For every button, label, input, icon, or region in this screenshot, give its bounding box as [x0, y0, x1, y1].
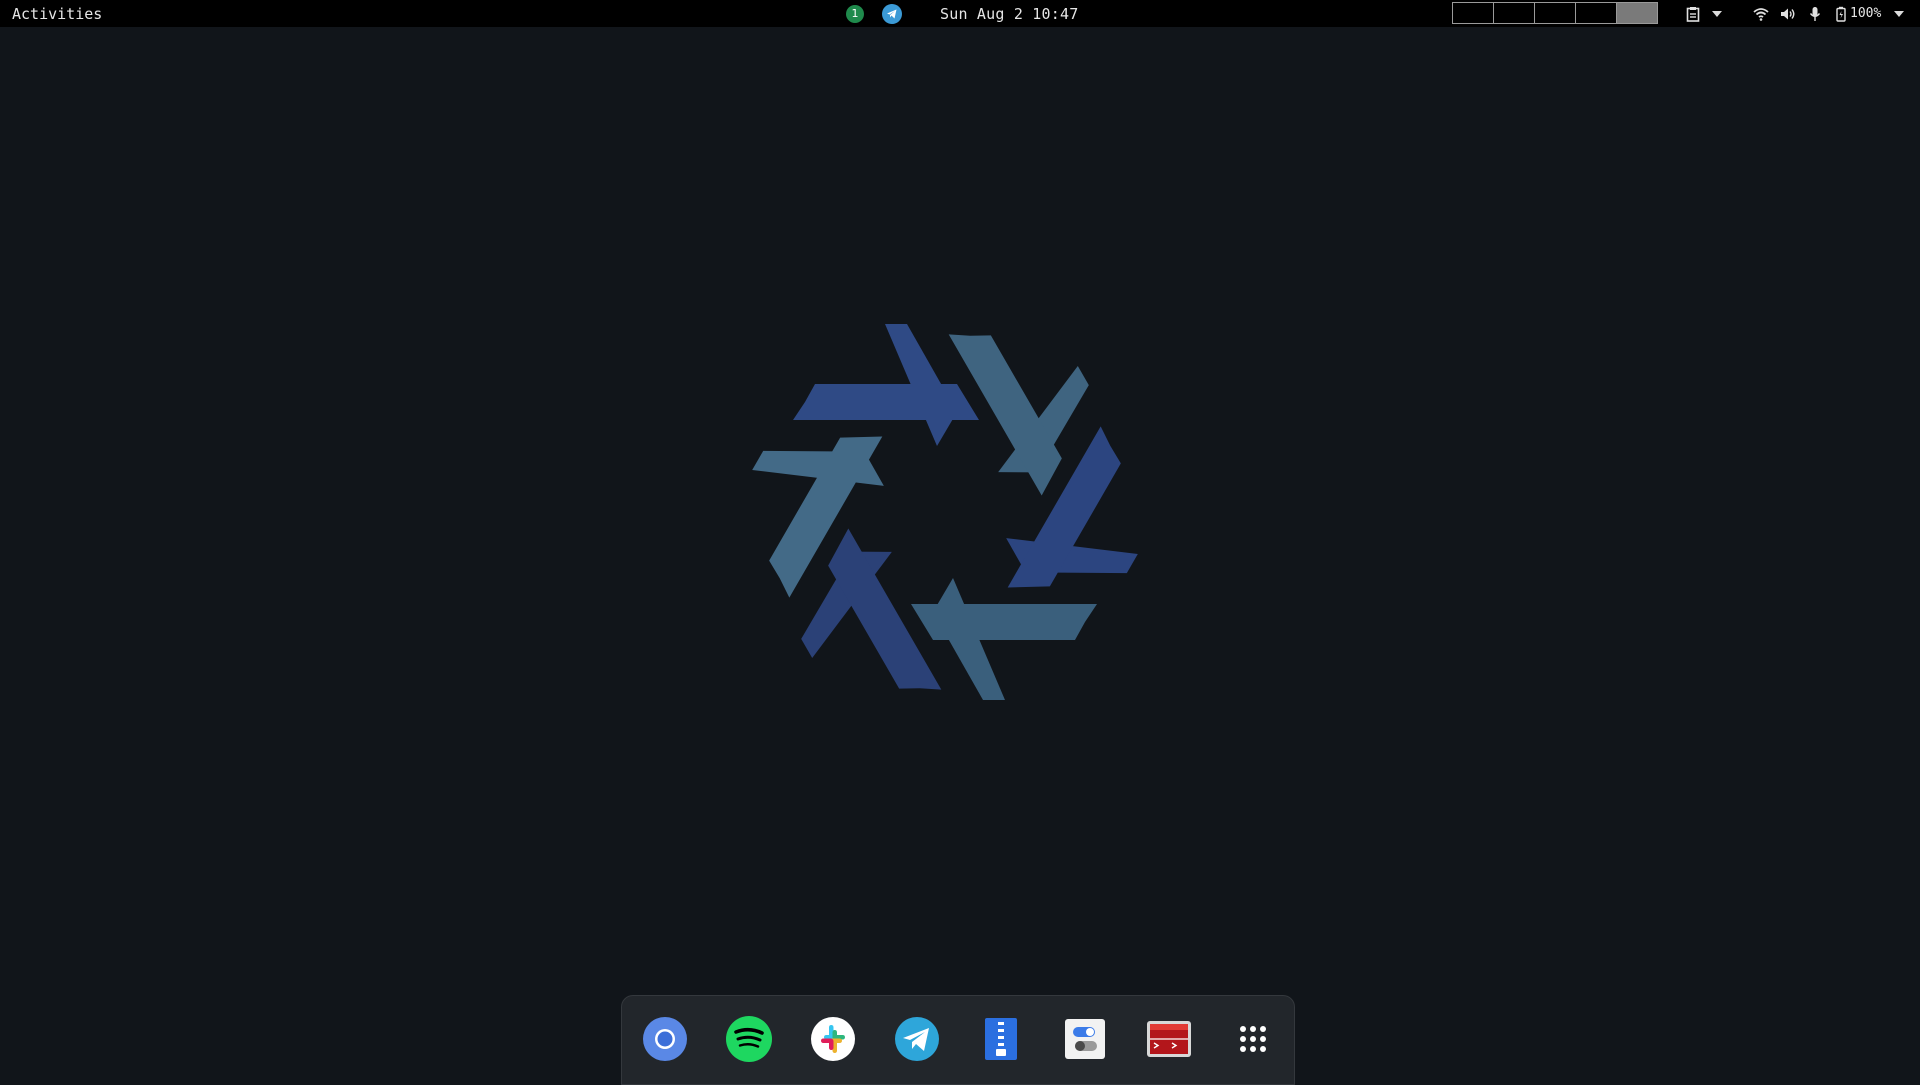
nixos-snowflake-logo: [752, 324, 1138, 700]
show-applications-icon[interactable]: [1230, 1016, 1276, 1062]
telegram-icon[interactable]: [894, 1016, 940, 1062]
top-bar: Activities 1 Sun Aug 2 10:47 100%: [0, 0, 1920, 27]
notification-count: 1: [846, 4, 864, 23]
clipboard-menu-arrow-icon[interactable]: [1712, 0, 1722, 27]
battery-indicator[interactable]: 100%: [1836, 0, 1881, 27]
workspace-2[interactable]: [1494, 3, 1535, 23]
settings-toggle-icon[interactable]: [1062, 1016, 1108, 1062]
battery-icon: [1836, 6, 1846, 22]
wifi-icon[interactable]: [1753, 0, 1769, 27]
workspace-indicator[interactable]: [1452, 2, 1658, 24]
slack-icon[interactable]: [810, 1016, 856, 1062]
spotify-icon[interactable]: [726, 1016, 772, 1062]
workspace-4[interactable]: [1576, 3, 1617, 23]
workspace-1[interactable]: [1453, 3, 1494, 23]
dock: [621, 995, 1295, 1085]
clipboard-icon[interactable]: [1686, 0, 1700, 27]
workspace-5[interactable]: [1617, 3, 1657, 23]
notification-badge-icon[interactable]: 1: [846, 0, 868, 27]
file-archiver-icon[interactable]: [978, 1016, 1024, 1062]
microphone-icon[interactable]: [1809, 0, 1821, 27]
terminal-icon[interactable]: [1146, 1016, 1192, 1062]
battery-percent: 100%: [1850, 6, 1882, 21]
activities-button[interactable]: Activities: [12, 0, 102, 27]
chromium-icon[interactable]: [642, 1016, 688, 1062]
workspace-3[interactable]: [1535, 3, 1576, 23]
volume-icon[interactable]: [1780, 0, 1796, 27]
telegram-tray-icon[interactable]: [882, 0, 904, 27]
clock[interactable]: Sun Aug 2 10:47: [940, 0, 1078, 27]
system-menu-arrow-icon[interactable]: [1894, 0, 1904, 27]
